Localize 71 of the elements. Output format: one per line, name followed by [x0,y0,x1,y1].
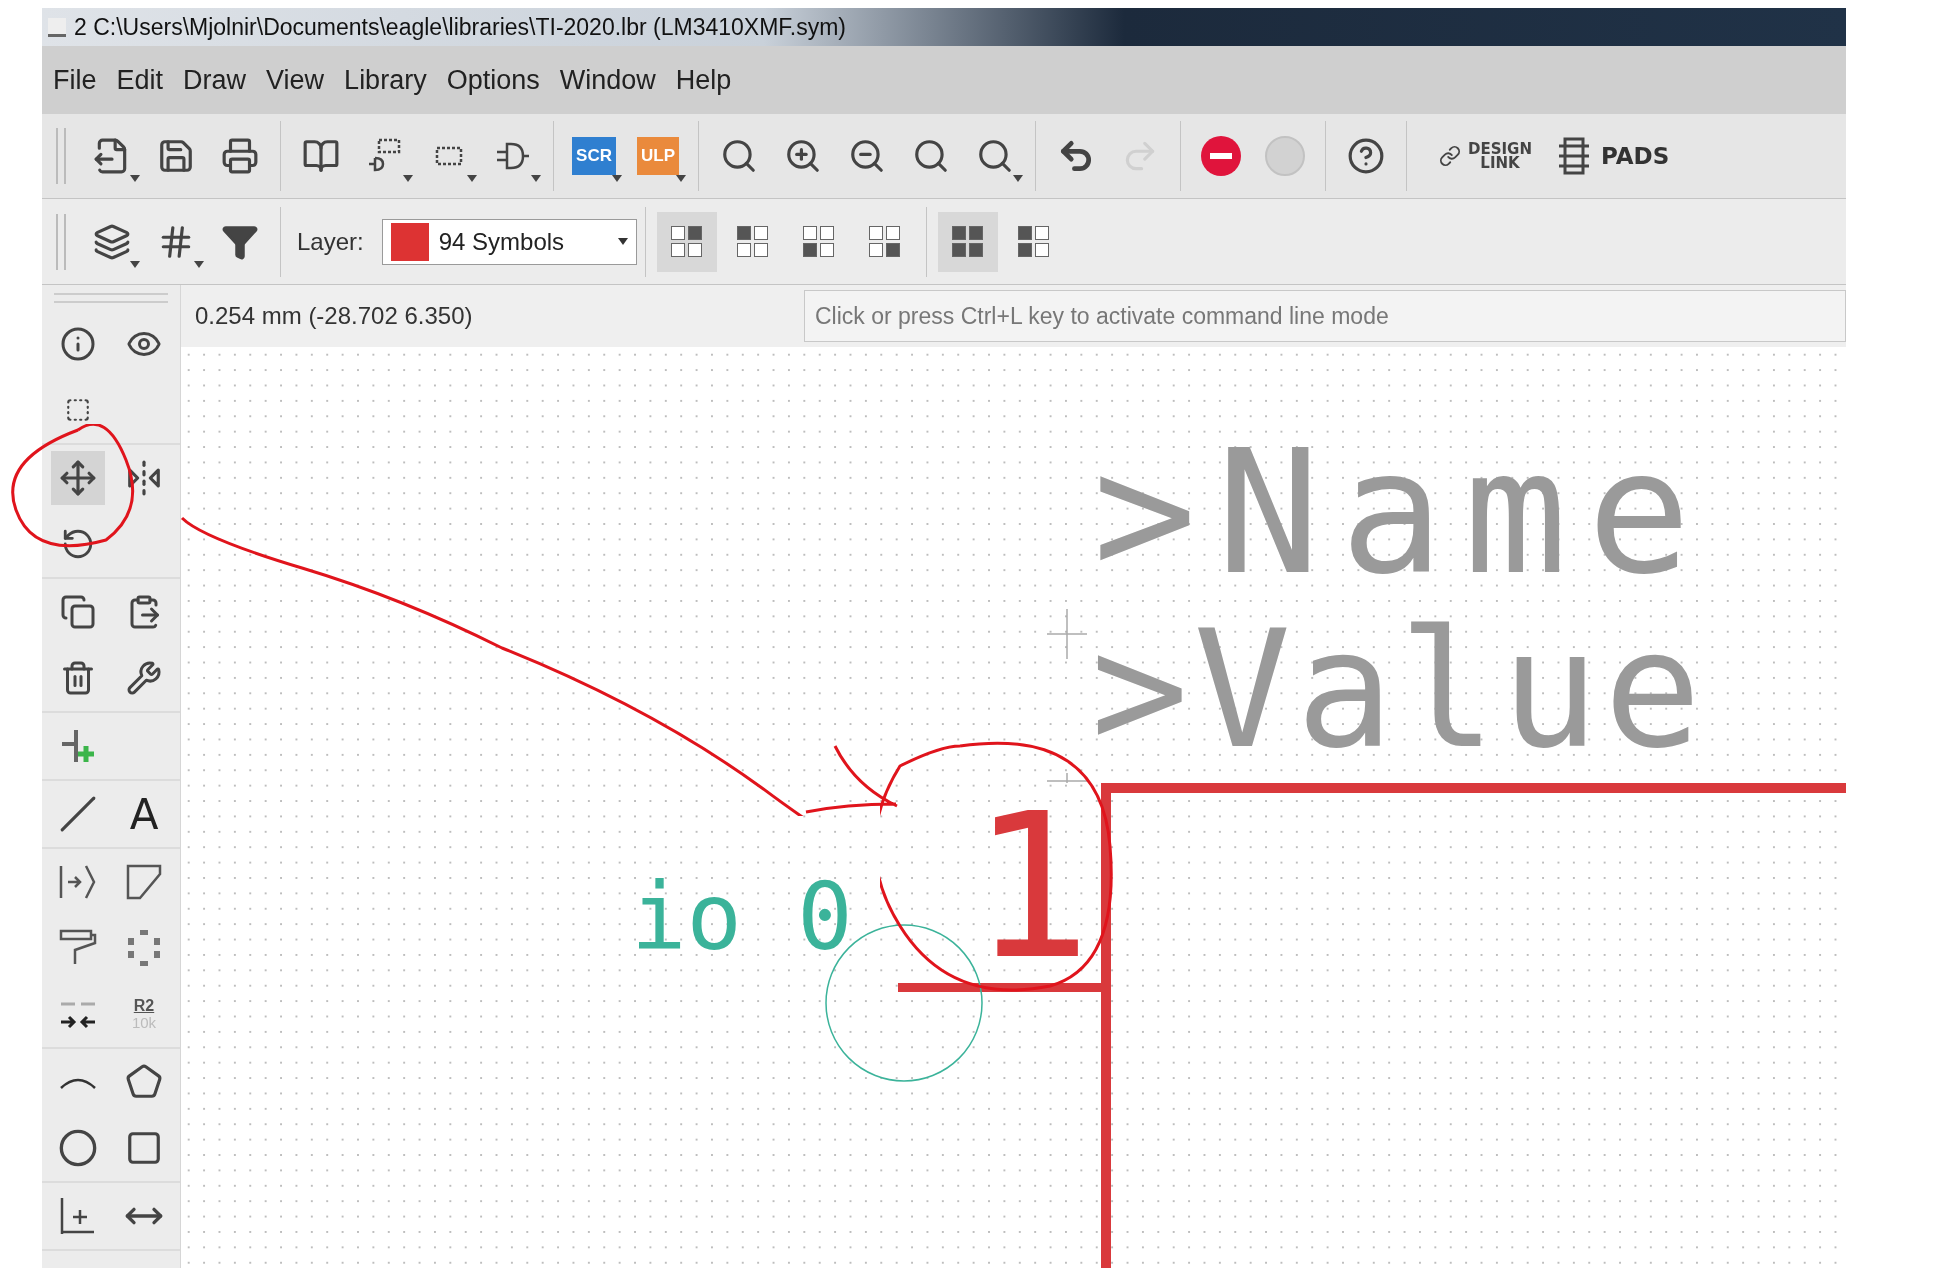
layer-label: Layer: [297,227,364,256]
search-icon [720,137,758,175]
zoom-out-icon [848,137,886,175]
mirror-icon [125,459,163,497]
caret-icon [1013,175,1023,182]
printer-icon [221,137,259,175]
link-icon [1439,145,1461,167]
caret-icon [612,175,622,182]
layout-icon [952,226,984,257]
menu-item[interactable]: Help [666,64,741,96]
origin-cross-icon [1047,609,1087,659]
toolbar-grip[interactable] [56,128,66,184]
layers-icon [93,222,131,261]
menu-item[interactable]: Edit [107,64,173,96]
caret-icon [531,175,541,182]
tool-button[interactable] [51,451,105,505]
caret-icon [194,260,204,268]
pads-button[interactable]: PADS [1557,136,1670,176]
view-layout-button[interactable] [656,211,717,272]
script-button[interactable]: SCR [562,124,626,188]
name-placeholder-text: >Name [1093,427,1711,599]
menu-item[interactable]: Window [550,64,665,96]
zoom-in-icon [784,137,822,175]
move-icon [59,459,97,497]
coordinate-readout: 0.254 mm (-28.702 6.350) [195,302,474,330]
menu-item[interactable]: Options [437,64,549,96]
caret-icon [467,175,477,182]
dashed-rectangle-icon [65,397,91,423]
circle-icon [58,1128,98,1168]
dropdown-icon [617,238,628,245]
layout-icon [803,226,835,257]
layout-icon [1018,226,1050,257]
caret-icon [130,260,140,268]
pin-name: io 0 [631,872,853,964]
design-link-button[interactable]: DESIGN LINK [1439,142,1533,170]
line-icon [59,795,97,833]
info-icon [60,326,96,362]
value-placeholder-text: >Value [1091,609,1707,771]
save-icon [157,137,195,175]
rectangle-icon [125,1129,163,1167]
delete-icon [60,660,96,696]
view-layout-button[interactable] [937,211,998,272]
pin-number: 1 [971,787,1092,987]
caret-icon [403,175,413,182]
search-icon [976,137,1014,175]
origin-cross-icon [1047,773,1087,783]
rotate-icon [61,527,95,561]
wrench-icon [126,660,162,696]
menu-item[interactable]: View [257,64,334,96]
window-icon [48,17,66,37]
menu-item[interactable]: Library [335,64,436,96]
tool-button[interactable]: A [117,787,171,841]
toolbar-grip[interactable] [56,213,66,270]
window-title: 2 C:\Users\Mjolnir\Documents\eagle\libraries\TI-2020.lbr (LM3410XMF.sym) [74,13,847,41]
book-icon [302,137,340,175]
caret-icon [130,175,140,182]
layout-icon [671,226,703,257]
layout-icon [869,226,901,257]
toolbar-grip[interactable] [54,293,168,303]
menu-item[interactable]: Draw [174,64,256,96]
copy-icon [60,594,96,630]
chip-outline-icon [1557,136,1591,176]
caret-icon [676,175,686,182]
menu-item[interactable]: File [44,64,106,96]
help-icon [1347,137,1385,175]
search-icon [912,137,950,175]
pentagon-icon [125,1063,163,1101]
layer-select[interactable]: 94 Symbols [381,218,637,265]
layout-icon [737,226,769,257]
miter-icon [124,862,164,902]
command-line-field[interactable]: Click or press Ctrl+L key to activate command line mode [804,290,1846,342]
